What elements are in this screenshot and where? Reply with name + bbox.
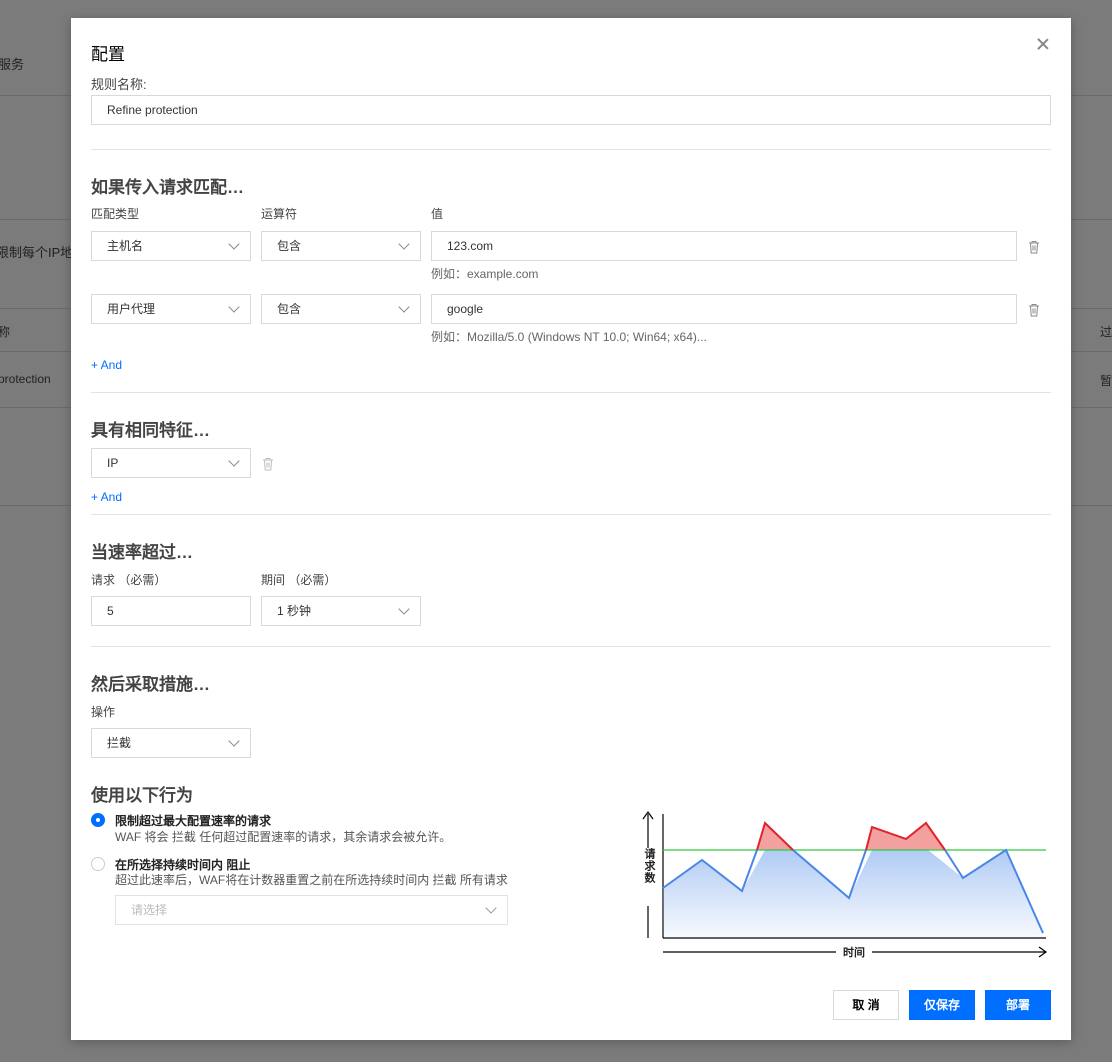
match-type-select[interactable]: 用户代理 — [91, 294, 251, 324]
block-duration-placeholder: 请选择 — [131, 903, 168, 917]
trash-icon[interactable] — [262, 457, 274, 471]
action-value: 拦截 — [107, 736, 132, 750]
period-label: 期间 （必需） — [261, 573, 337, 587]
requests-input[interactable]: 5 — [91, 596, 251, 626]
match-value-input[interactable]: google — [431, 294, 1017, 324]
close-icon[interactable] — [1035, 36, 1051, 52]
operator-value: 包含 — [277, 302, 302, 316]
action-select[interactable]: 拦截 — [91, 728, 251, 758]
period-select[interactable]: 1 秒钟 — [261, 596, 421, 626]
section-divider — [91, 514, 1051, 515]
bg-row-right-fragment: 暂 — [1100, 374, 1112, 388]
add-characteristic-link[interactable]: + And — [91, 490, 122, 504]
chevron-down-icon — [228, 455, 240, 467]
bg-tab-fragment: 服务 — [0, 57, 25, 72]
chevron-down-icon — [398, 603, 410, 615]
over-threshold-area — [866, 823, 945, 850]
behavior-section-title: 使用以下行为 — [91, 786, 193, 805]
bg-col-name-fragment: 称 — [0, 325, 11, 339]
limit-rate-option-desc: WAF 将会 拦截 任何超过配置速率的请求，其余请求会被允许。 — [115, 830, 452, 844]
chevron-down-icon — [398, 238, 410, 250]
chevron-down-icon — [485, 902, 497, 914]
section-divider — [91, 646, 1051, 647]
match-type-value: 主机名 — [107, 239, 144, 253]
operator-select[interactable]: 包含 — [261, 231, 421, 261]
match-value-hint: 例如：example.com — [431, 267, 539, 281]
match-value-hint: 例如：Mozilla/5.0 (Windows NT 10.0; Win64; … — [431, 330, 707, 344]
operator-header: 运算符 — [261, 207, 298, 221]
modal-title: 配置 — [91, 45, 125, 64]
rule-name-input[interactable]: Refine protection — [91, 95, 1051, 125]
value-header: 值 — [431, 207, 444, 221]
rule-name-label: 规则名称: — [91, 77, 147, 92]
y-axis-label: 请求数 — [643, 847, 656, 884]
characteristic-value: IP — [107, 456, 119, 470]
chevron-down-icon — [228, 301, 240, 313]
rate-section-title: 当速率超过… — [91, 543, 193, 562]
match-type-select[interactable]: 主机名 — [91, 231, 251, 261]
operator-value: 包含 — [277, 239, 302, 253]
match-value-input[interactable]: 123.com — [431, 231, 1017, 261]
period-value: 1 秒钟 — [277, 604, 312, 618]
block-duration-option-desc: 超过此速率后，WAF将在计数器重置之前在所选持续时间内 拦截 所有请求 — [115, 873, 508, 887]
action-label: 操作 — [91, 705, 116, 719]
block-duration-radio[interactable] — [91, 857, 105, 871]
bg-col-right-fragment: 过 — [1100, 325, 1112, 339]
section-divider — [91, 392, 1051, 393]
bg-row-name-fragment: protection — [0, 372, 51, 386]
save-only-button[interactable]: 仅保存 — [909, 990, 975, 1020]
bg-row-label-fragment: 限制每个IP地 — [0, 245, 74, 260]
match-type-header: 匹配类型 — [91, 207, 140, 221]
chevron-down-icon — [228, 238, 240, 250]
match-section-title: 如果传入请求匹配… — [91, 178, 244, 197]
trash-icon[interactable] — [1028, 303, 1040, 317]
deploy-button[interactable]: 部署 — [985, 990, 1051, 1020]
chevron-down-icon — [228, 735, 240, 747]
action-section-title: 然后采取措施… — [91, 675, 210, 694]
rate-limit-diagram: 请求数 时间 — [642, 810, 1048, 959]
add-match-condition-link[interactable]: + And — [91, 358, 122, 372]
cancel-button[interactable]: 取 消 — [833, 990, 899, 1020]
chevron-down-icon — [398, 301, 410, 313]
trash-icon[interactable] — [1028, 240, 1040, 254]
x-axis-label: 时间 — [843, 945, 865, 959]
section-divider — [91, 149, 1051, 150]
characteristics-section-title: 具有相同特征… — [91, 421, 210, 440]
operator-select[interactable]: 包含 — [261, 294, 421, 324]
requests-label: 请求 （必需） — [91, 573, 167, 587]
limit-rate-option-title[interactable]: 限制超过最大配置速率的请求 — [115, 812, 271, 829]
config-modal: 配置 规则名称: Refine protection 如果传入请求匹配… 匹配类… — [71, 18, 1071, 1040]
block-duration-select[interactable]: 请选择 — [115, 895, 508, 925]
characteristic-select[interactable]: IP — [91, 448, 251, 478]
match-type-value: 用户代理 — [107, 302, 156, 316]
limit-rate-radio[interactable] — [91, 813, 105, 827]
